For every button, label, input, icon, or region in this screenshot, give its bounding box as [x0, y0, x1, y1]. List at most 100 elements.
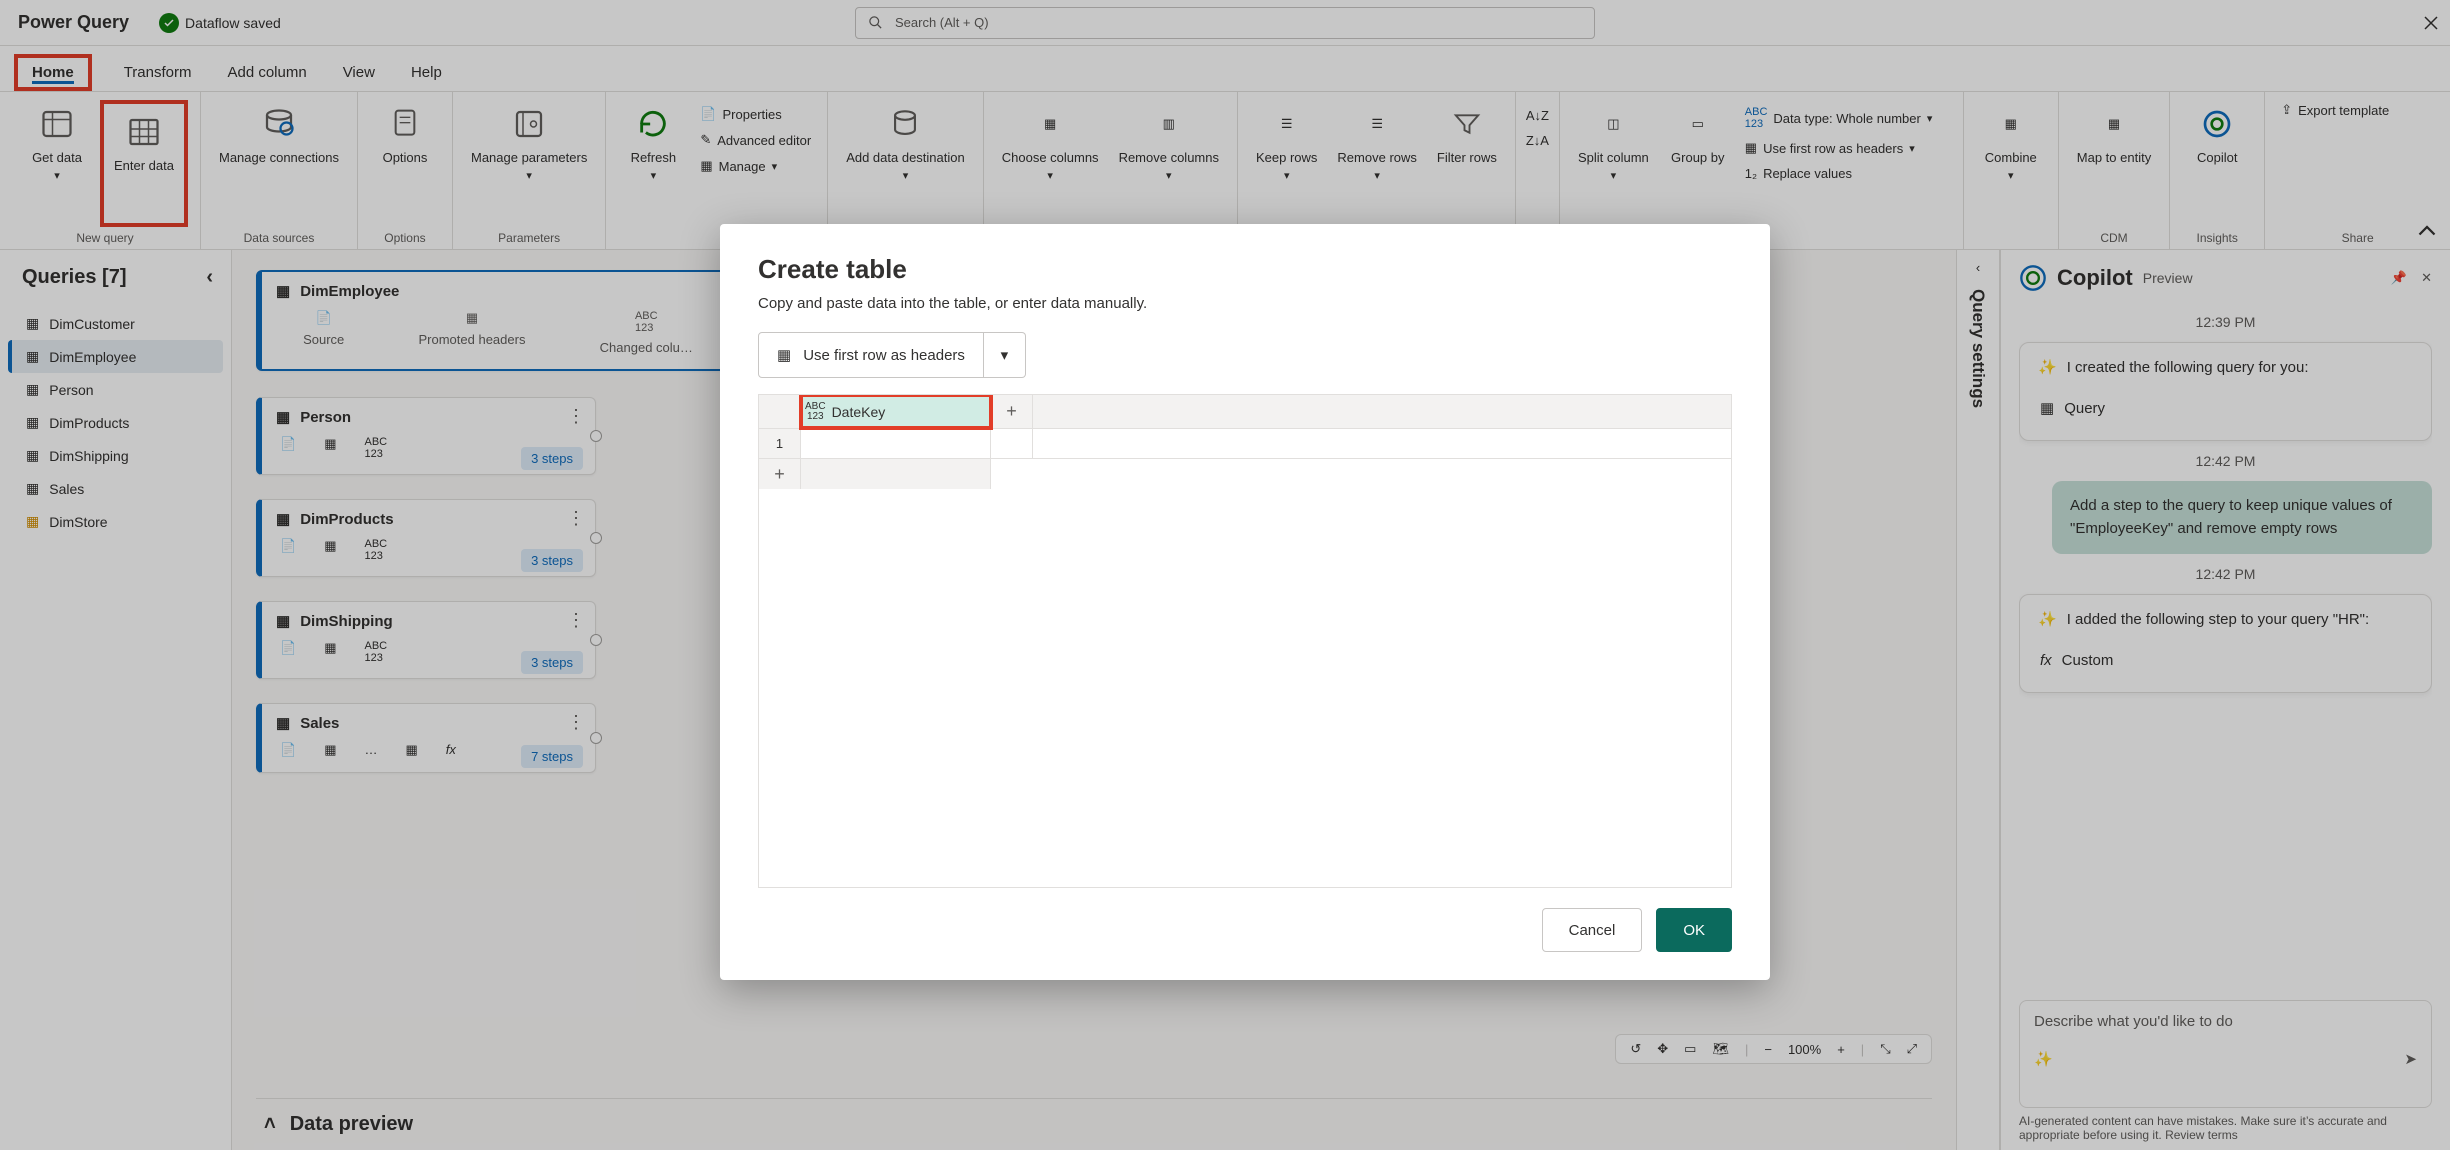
fit-icon[interactable]: ▭ — [1684, 1041, 1696, 1057]
table-icon: ▦ — [276, 612, 290, 630]
cancel-button[interactable]: Cancel — [1542, 908, 1643, 952]
refresh-button[interactable]: Refresh ▾ — [618, 100, 688, 185]
card-menu-button[interactable]: ⋮ — [567, 508, 585, 529]
parameters-icon — [507, 102, 551, 146]
grid-cell[interactable] — [801, 429, 991, 458]
diagram-card-person[interactable]: ⋮ ▦ Person 📄 ▦ ABC123 3 steps — [256, 397, 596, 475]
get-data-button[interactable]: Get data ▾ — [22, 100, 92, 227]
enter-data-icon — [122, 110, 166, 154]
tab-add-column[interactable]: Add column — [223, 54, 310, 91]
copilot-button[interactable]: Copilot — [2182, 100, 2252, 227]
expand-icon[interactable]: ⤢ — [1907, 1041, 1917, 1057]
zoom-out-button[interactable]: − — [1764, 1042, 1772, 1057]
sort-desc-button[interactable]: Z↓A — [1522, 131, 1553, 150]
combine-icon: ▦ — [1989, 102, 2033, 146]
abc123-type-icon: ABC123 — [801, 400, 830, 424]
close-icon[interactable] — [2422, 14, 2440, 32]
node-output-port[interactable] — [590, 532, 602, 544]
sparkle-icon[interactable]: ✨ — [2034, 1050, 2053, 1068]
manage-button[interactable]: ▦ Manage ▾ — [696, 156, 815, 176]
diagram-card-dimproducts[interactable]: ⋮ ▦ DimProducts 📄 ▦ ABC123 3 steps — [256, 499, 596, 577]
split-column-button[interactable]: ◫ Split column ▾ — [1572, 100, 1655, 185]
query-item-person[interactable]: ▦ Person — [8, 373, 223, 406]
chevron-up-icon: ˄ — [264, 1113, 276, 1136]
app-title: Power Query — [18, 12, 129, 33]
undo-icon[interactable]: ↺ — [1630, 1041, 1641, 1057]
combine-button[interactable]: ▦ Combine ▾ — [1976, 100, 2046, 227]
remove-columns-button[interactable]: ▥ Remove columns ▾ — [1113, 100, 1225, 227]
tab-help[interactable]: Help — [407, 54, 446, 91]
tab-view[interactable]: View — [339, 54, 379, 91]
use-first-row-button[interactable]: ▦ Use first row as headers ▾ — [1741, 138, 1951, 158]
add-row-button[interactable]: + — [759, 459, 801, 489]
zoom-in-button[interactable]: + — [1837, 1042, 1845, 1057]
table-icon: ▦ — [26, 348, 39, 365]
table-icon: ▦ — [276, 714, 290, 732]
query-settings-label[interactable]: Query settings — [1968, 285, 1988, 408]
copilot-input[interactable]: Describe what you'd like to do ✨ ➤ — [2019, 1000, 2432, 1108]
remove-rows-button[interactable]: ☰ Remove rows ▾ — [1331, 100, 1422, 227]
expand-settings-button[interactable]: ‹ — [1976, 260, 1980, 275]
query-item-dimstore[interactable]: ▦ DimStore — [8, 505, 223, 538]
node-output-port[interactable] — [590, 634, 602, 646]
card-menu-button[interactable]: ⋮ — [567, 610, 585, 631]
query-item-dimshipping[interactable]: ▦ DimShipping — [8, 439, 223, 472]
manage-connections-button[interactable]: Manage connections — [213, 100, 345, 227]
collapse-queries-button[interactable]: ‹ — [206, 266, 213, 289]
pan-icon[interactable]: ✥ — [1657, 1041, 1668, 1057]
collapse-icon[interactable]: ⤡ — [1880, 1041, 1890, 1057]
custom-chip[interactable]: fx Custom — [2038, 644, 2413, 679]
ok-button[interactable]: OK — [1656, 908, 1732, 952]
search-box[interactable]: Search (Alt + Q) — [855, 7, 1595, 39]
collapse-ribbon-button[interactable] — [2414, 217, 2440, 243]
map-to-entity-button[interactable]: ▦ Map to entity — [2071, 100, 2157, 227]
query-item-dimproducts[interactable]: ▦ DimProducts — [8, 406, 223, 439]
replace-icon: 1₂ — [1745, 166, 1757, 181]
merge-icon: ▦ — [405, 742, 417, 758]
properties-button[interactable]: 📄 Properties — [696, 104, 815, 124]
manage-parameters-button[interactable]: Manage parameters ▾ — [465, 100, 593, 227]
data-entry-grid[interactable]: ABC123 DateKey + 1 + — [758, 394, 1732, 888]
keep-rows-icon: ☰ — [1265, 102, 1309, 146]
diagram-card-dimshipping[interactable]: ⋮ ▦ DimShipping 📄 ▦ ABC123 3 steps — [256, 601, 596, 679]
enter-data-button[interactable]: Enter data — [108, 108, 180, 176]
sort-asc-button[interactable]: A↓Z — [1522, 106, 1553, 125]
data-type-button[interactable]: ABC123 Data type: Whole number ▾ — [1741, 104, 1951, 132]
keep-rows-button[interactable]: ☰ Keep rows ▾ — [1250, 100, 1323, 227]
replace-values-button[interactable]: 1₂ Replace values — [1741, 164, 1951, 183]
use-first-row-headers-dropdown[interactable]: ▾ — [984, 332, 1026, 378]
tab-home[interactable]: Home — [32, 64, 74, 84]
query-item-sales[interactable]: ▦ Sales — [8, 472, 223, 505]
card-menu-button[interactable]: ⋮ — [567, 712, 585, 733]
card-menu-button[interactable]: ⋮ — [567, 406, 585, 427]
send-icon[interactable]: ➤ — [2404, 1050, 2417, 1068]
data-preview-bar[interactable]: ˄ Data preview — [256, 1098, 1932, 1136]
node-output-port[interactable] — [590, 732, 602, 744]
pin-icon[interactable]: 📌 — [2391, 270, 2407, 286]
queries-panel: Queries [7] ‹ ▦ DimCustomer ▦ DimEmploye… — [0, 250, 232, 1150]
copilot-input-placeholder: Describe what you'd like to do — [2034, 1013, 2417, 1030]
column-header-datekey[interactable]: ABC123 DateKey — [801, 395, 991, 428]
add-data-destination-button[interactable]: Add data destination ▾ — [840, 100, 971, 227]
filter-rows-button[interactable]: Filter rows — [1431, 100, 1503, 227]
query-item-dimcustomer[interactable]: ▦ DimCustomer — [8, 307, 223, 340]
timestamp: 12:42 PM — [2019, 566, 2432, 582]
close-copilot-button[interactable]: ✕ — [2421, 270, 2432, 286]
choose-columns-button[interactable]: ▦ Choose columns ▾ — [996, 100, 1105, 227]
save-status-text: Dataflow saved — [185, 15, 281, 31]
query-chip[interactable]: ▦ Query — [2038, 392, 2413, 427]
chevron-down-icon: ▾ — [1001, 346, 1009, 364]
add-column-button[interactable]: + — [991, 395, 1033, 428]
advanced-editor-button[interactable]: ✎ Advanced editor — [696, 130, 815, 150]
options-button[interactable]: Options — [370, 100, 440, 227]
query-item-dimemployee[interactable]: ▦ DimEmployee — [8, 340, 223, 373]
use-first-row-headers-button[interactable]: ▦ Use first row as headers — [758, 332, 984, 378]
export-template-button[interactable]: ⇪ Export template — [2277, 100, 2393, 120]
diagram-card-dimemployee[interactable]: ▦ DimEmployee 📄 Source ▦ Promoted header… — [256, 270, 736, 371]
group-by-button[interactable]: ▭ Group by — [1663, 100, 1733, 168]
diagram-card-sales[interactable]: ⋮ ▦ Sales 📄 ▦ … ▦ fx 7 steps — [256, 703, 596, 773]
map-icon[interactable]: 🗺 — [1712, 1041, 1729, 1057]
tab-transform[interactable]: Transform — [120, 54, 196, 91]
node-output-port[interactable] — [590, 430, 602, 442]
copilot-message: ✨ I created the following query for you:… — [2019, 342, 2432, 441]
